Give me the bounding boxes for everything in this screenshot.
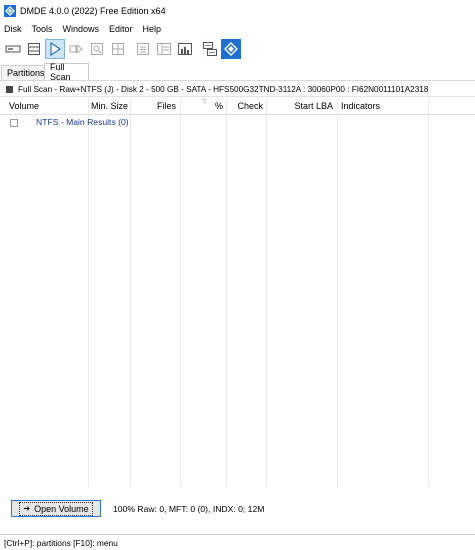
partitions-button[interactable] xyxy=(24,39,44,59)
open-volume-button-focus: ➔ Open Volume xyxy=(19,501,93,516)
menu-help[interactable]: Help xyxy=(138,24,167,34)
column-divider xyxy=(337,98,338,487)
sort-arrow-icon: ▽ xyxy=(202,99,207,105)
table-header: Volume Min. Size Files % Check Start LBA… xyxy=(0,98,475,115)
shortcut-hints: [Ctrl+P]: partitions [F10]: menu xyxy=(4,538,118,548)
dmde-logo-button[interactable] xyxy=(221,39,241,59)
list-view-button[interactable] xyxy=(133,39,153,59)
column-divider xyxy=(88,98,89,487)
tab-strip: Partitions Full Scan xyxy=(0,62,475,82)
search-scan-icon xyxy=(91,43,103,55)
bottom-action-bar: ➔ Open Volume 100% Raw: 0, MFT: 0 (0), I… xyxy=(0,495,475,521)
tab-partitions[interactable]: Partitions xyxy=(1,65,45,80)
column-start-lba[interactable]: Start LBA xyxy=(266,98,336,115)
status-bar: [Ctrl+P]: partitions [F10]: menu xyxy=(0,534,475,550)
menu-tools[interactable]: Tools xyxy=(27,24,58,34)
grid-view-button[interactable] xyxy=(108,39,128,59)
chart-icon xyxy=(178,43,192,55)
toolbar xyxy=(0,37,475,61)
scan-panel-header: Full Scan - Raw+NTFS (J) - Disk 2 - 500 … xyxy=(0,83,475,97)
dmde-logo-icon xyxy=(224,42,238,56)
column-divider xyxy=(428,98,429,487)
search-scan-button[interactable] xyxy=(87,39,107,59)
column-divider xyxy=(266,98,267,487)
chart-button[interactable] xyxy=(175,39,195,59)
menu-bar: Disk Tools Windows Editor Help xyxy=(0,22,475,36)
scan-start-button[interactable] xyxy=(45,39,65,59)
menu-editor[interactable]: Editor xyxy=(104,24,138,34)
window-title: DMDE 4.0.0 (2022) Free Edition x64 xyxy=(20,6,166,16)
column-divider xyxy=(226,98,227,487)
menu-disk[interactable]: Disk xyxy=(0,24,27,34)
list-view-icon xyxy=(137,43,149,55)
tab-label: Full Scan xyxy=(50,62,71,82)
volume-name: NTFS - Main Results (0) xyxy=(36,117,129,127)
results-table: Volume Min. Size Files % Check Start LBA… xyxy=(0,98,475,487)
app-logo-icon xyxy=(4,5,16,17)
drive-button[interactable] xyxy=(3,39,23,59)
grid-view-icon xyxy=(112,43,124,55)
open-volume-button[interactable]: ➔ Open Volume xyxy=(11,500,101,517)
column-divider xyxy=(180,98,181,487)
details-view-button[interactable] xyxy=(154,39,174,59)
menu-windows[interactable]: Windows xyxy=(58,24,105,34)
title-bar: DMDE 4.0.0 (2022) Free Edition x64 xyxy=(0,0,475,22)
column-check[interactable]: Check xyxy=(226,98,266,115)
drive-icon xyxy=(5,45,21,53)
copy-sectors-icon xyxy=(203,42,217,56)
table-row[interactable]: NTFS - Main Results (0) xyxy=(0,116,475,130)
open-volume-label: Open Volume xyxy=(34,503,89,514)
column-files[interactable]: Files xyxy=(130,98,179,115)
step-forward-button[interactable] xyxy=(66,39,86,59)
column-volume[interactable]: Volume xyxy=(6,98,86,115)
column-divider xyxy=(130,98,131,487)
row-checkbox[interactable] xyxy=(10,119,18,127)
tab-divider xyxy=(0,80,475,81)
panel-grip-icon[interactable] xyxy=(6,86,13,93)
arrow-right-icon: ➔ xyxy=(23,504,31,513)
partitions-list-icon xyxy=(28,43,40,55)
column-indicators[interactable]: Indicators xyxy=(338,98,428,115)
step-forward-icon xyxy=(69,43,83,55)
details-view-icon xyxy=(157,43,171,55)
copy-sectors-button[interactable] xyxy=(200,39,220,59)
column-min-size[interactable]: Min. Size xyxy=(88,98,130,115)
tab-full-scan[interactable]: Full Scan xyxy=(44,62,89,82)
scan-summary-text: 100% Raw: 0, MFT: 0 (0), INDX: 0; 12M xyxy=(113,504,265,514)
play-icon xyxy=(50,42,61,56)
scan-info-text: Full Scan - Raw+NTFS (J) - Disk 2 - 500 … xyxy=(18,85,429,94)
tab-label: Partitions xyxy=(7,68,45,78)
